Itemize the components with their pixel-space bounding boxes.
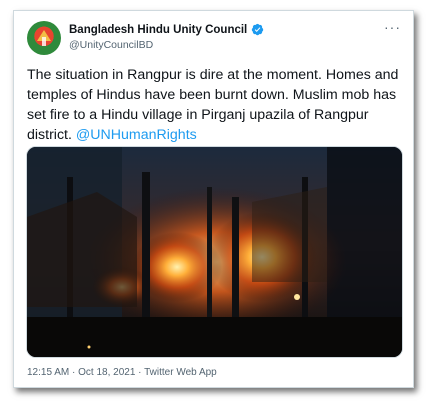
avatar-logo-icon	[36, 30, 52, 46]
fire-night-photo	[27, 147, 402, 357]
mention-link[interactable]: @UNHumanRights	[76, 127, 197, 143]
display-name[interactable]: Bangladesh Hindu Unity Council	[69, 24, 247, 36]
handle[interactable]: @UnityCouncilBD	[69, 39, 153, 51]
verified-badge-icon	[252, 23, 264, 36]
tweet-media-image[interactable]	[26, 146, 403, 358]
tweet-text: The situation in Rangpur is dire at the …	[27, 65, 405, 145]
avatar[interactable]	[27, 21, 61, 55]
tweet-meta: 12:15 AM · Oct 18, 2021 · Twitter Web Ap…	[27, 367, 217, 378]
more-options-icon[interactable]: ···	[384, 20, 401, 34]
tweet-card: Bangladesh Hindu Unity Council @UnityCou…	[13, 10, 414, 388]
author-name-row: Bangladesh Hindu Unity Council	[69, 23, 264, 36]
